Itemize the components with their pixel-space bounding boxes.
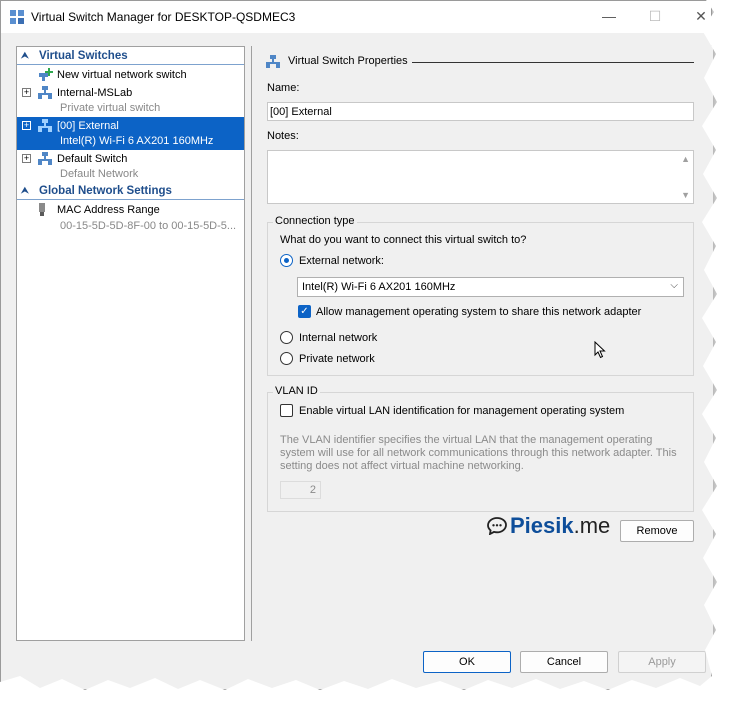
scroll-up-icon[interactable]: ▲ xyxy=(681,154,690,164)
network-switch-icon xyxy=(38,152,52,165)
new-switch-icon xyxy=(39,68,53,81)
vlan-id-field[interactable]: 2 xyxy=(280,481,321,499)
section-title: Virtual Switch Properties xyxy=(288,55,408,67)
internal-network-label[interactable]: Internal network xyxy=(299,332,377,344)
enable-vlan-checkbox[interactable] xyxy=(280,404,293,417)
remove-button[interactable]: Remove xyxy=(620,520,694,542)
network-adapter-select[interactable]: Intel(R) Wi-Fi 6 AX201 160MHz ⌵ xyxy=(297,277,684,297)
allow-management-label[interactable]: Allow management operating system to sha… xyxy=(316,306,641,318)
properties-pane: Virtual Switch Properties Name: [00] Ext… xyxy=(251,46,713,641)
chevron-down-icon: ⌵ xyxy=(670,280,678,291)
switch-manager-icon xyxy=(10,10,24,24)
vlan-legend: VLAN ID xyxy=(273,385,320,397)
notes-field[interactable]: ▲ ▼ xyxy=(267,150,694,204)
navigation-pane: ⮝ Virtual Switches New virtual network s… xyxy=(16,46,245,641)
name-field[interactable]: [00] External xyxy=(267,102,694,121)
sidebar-item-internal-mslab[interactable]: + Internal-MSLab Private virtual switch xyxy=(17,84,244,117)
sidebar-item-external[interactable]: + [00] External Intel(R) Wi-Fi 6 AX201 1… xyxy=(17,117,244,150)
sidebar-item-new-switch[interactable]: New virtual network switch xyxy=(17,67,244,84)
chat-bubble-icon xyxy=(487,517,507,535)
network-adapter-icon xyxy=(39,203,45,216)
external-network-label[interactable]: External network: xyxy=(299,255,384,267)
global-network-settings-header[interactable]: ⮝ Global Network Settings xyxy=(17,184,244,200)
private-network-radio[interactable] xyxy=(280,352,293,365)
ok-button[interactable]: OK xyxy=(423,651,511,673)
name-label: Name: xyxy=(267,82,300,94)
collapse-chevron-icon: ⮝ xyxy=(21,185,29,195)
expand-icon[interactable]: + xyxy=(22,121,31,130)
sidebar-item-mac-address-range[interactable]: MAC Address Range 00-15-5D-5D-8F-00 to 0… xyxy=(17,202,244,235)
network-switch-icon xyxy=(38,119,52,132)
collapse-chevron-icon: ⮝ xyxy=(21,50,29,60)
minimize-button[interactable]: — xyxy=(586,1,632,31)
allow-management-checkbox[interactable]: ✓ xyxy=(298,305,311,318)
external-network-radio[interactable] xyxy=(280,254,293,267)
internal-network-radio[interactable] xyxy=(280,331,293,344)
scroll-down-icon[interactable]: ▼ xyxy=(681,190,690,200)
vlan-description: The VLAN identifier specifies the virtua… xyxy=(280,434,677,472)
apply-button[interactable]: Apply xyxy=(618,651,706,673)
expand-icon[interactable]: + xyxy=(22,88,31,97)
network-switch-icon xyxy=(266,55,280,68)
connection-type-legend: Connection type xyxy=(273,215,357,227)
connection-question: What do you want to connect this virtual… xyxy=(280,234,527,246)
network-switch-icon xyxy=(38,86,52,99)
private-network-label[interactable]: Private network xyxy=(299,353,375,365)
mouse-cursor-icon xyxy=(594,341,606,359)
cancel-button[interactable]: Cancel xyxy=(520,651,608,673)
maximize-button[interactable]: ☐ xyxy=(632,1,678,31)
virtual-switches-header[interactable]: ⮝ Virtual Switches xyxy=(17,49,244,65)
title-bar: Virtual Switch Manager for DESKTOP-QSDME… xyxy=(1,1,711,33)
enable-vlan-label[interactable]: Enable virtual LAN identification for ma… xyxy=(299,405,624,417)
divider xyxy=(412,62,694,63)
sidebar-item-default-switch[interactable]: + Default Switch Default Network xyxy=(17,150,244,183)
watermark-logo: Piesik.me xyxy=(510,513,611,538)
expand-icon[interactable]: + xyxy=(22,154,31,163)
close-button[interactable]: ✕ xyxy=(678,1,724,31)
window-title: Virtual Switch Manager for DESKTOP-QSDME… xyxy=(31,10,296,24)
notes-label: Notes: xyxy=(267,130,299,142)
